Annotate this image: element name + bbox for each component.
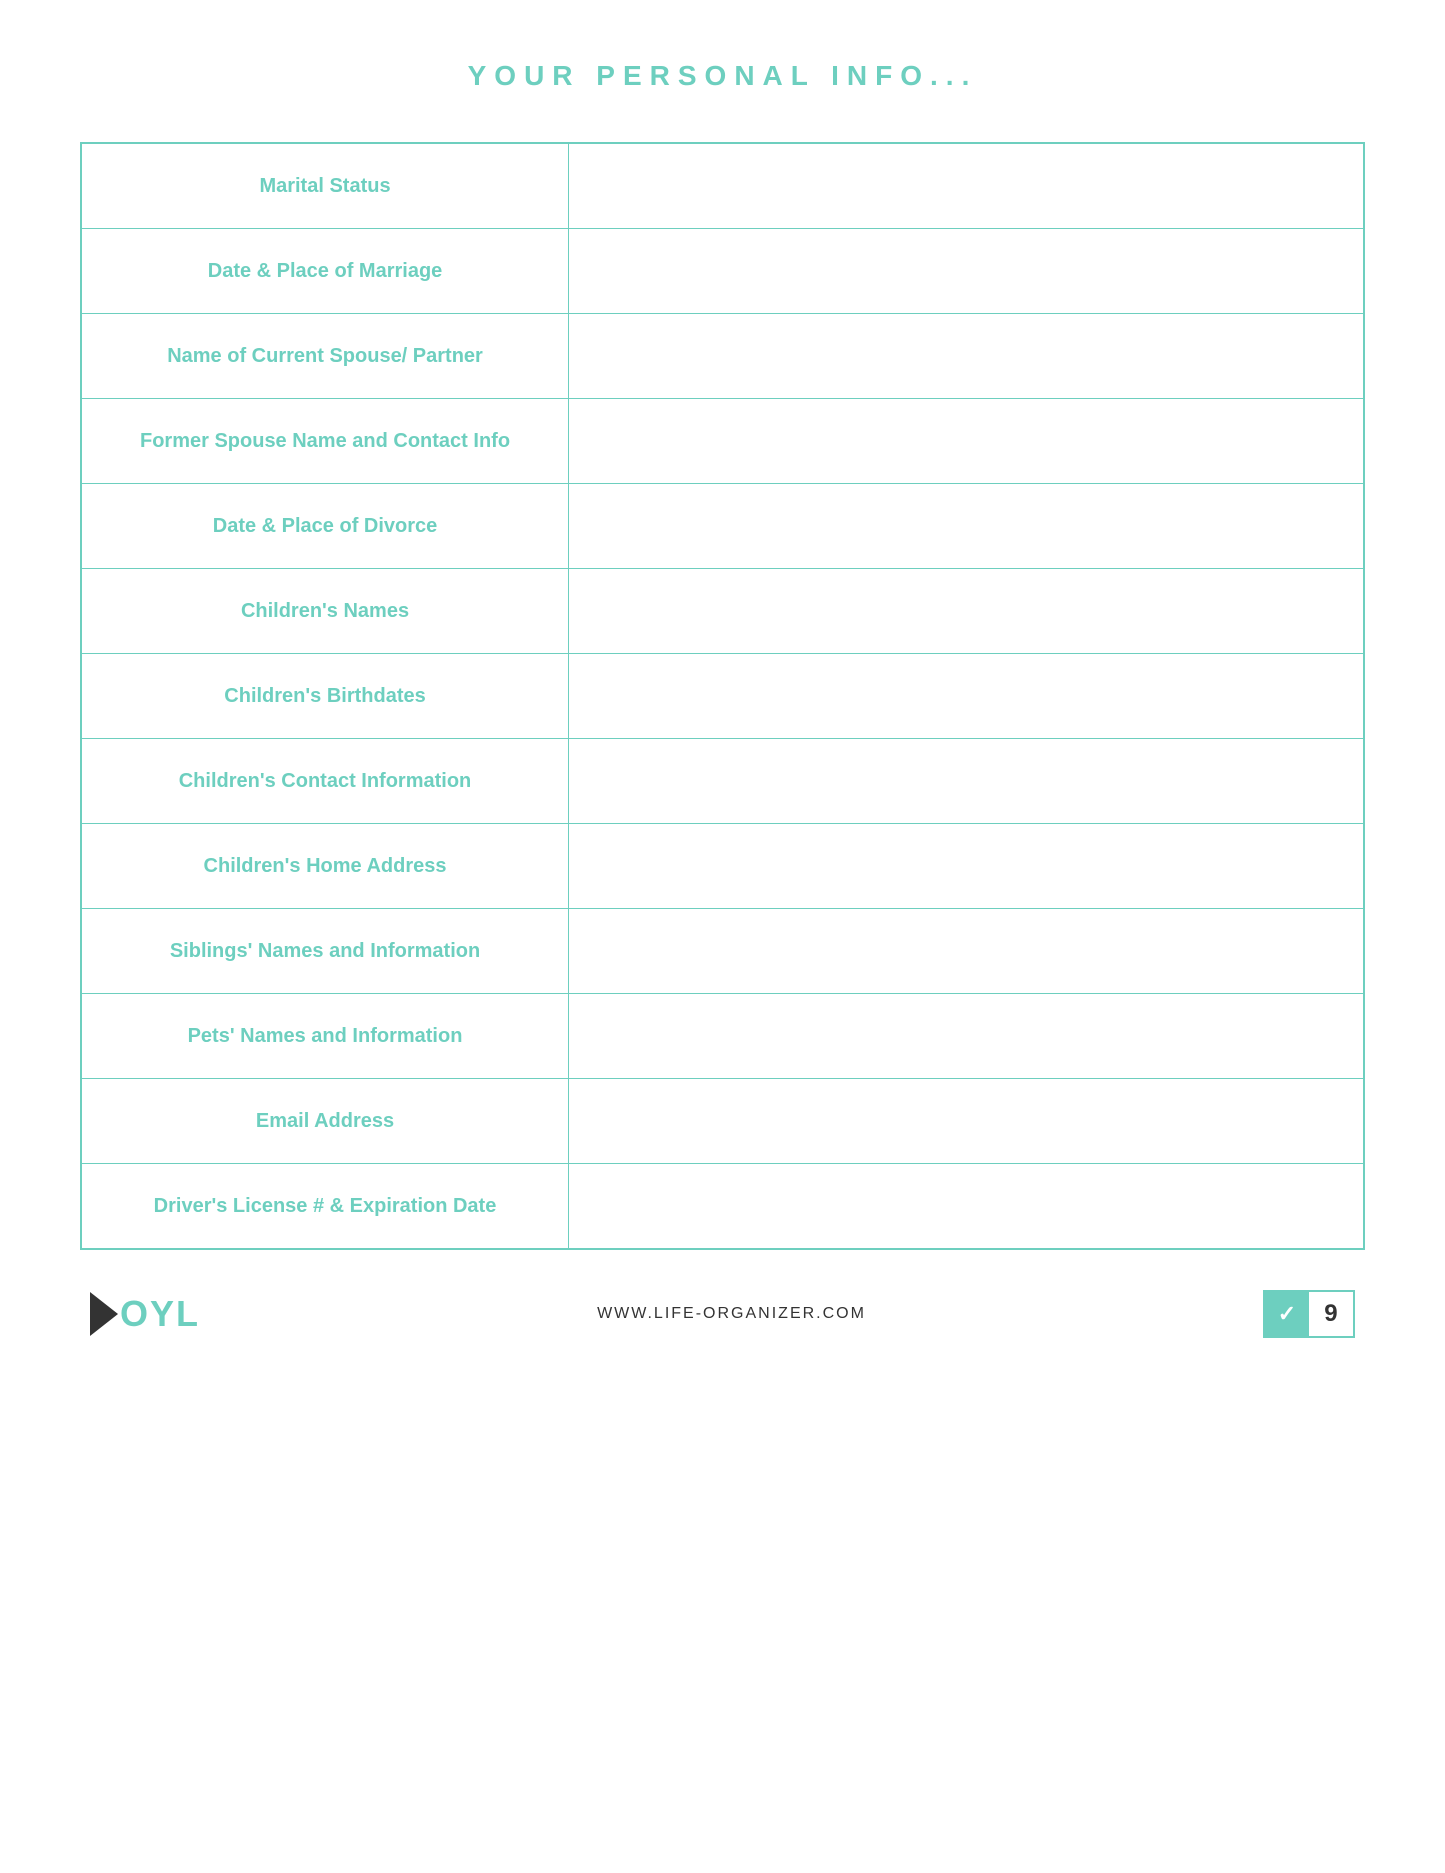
table-row: Date & Place of Marriage: [81, 229, 1364, 314]
row-value-cell: [569, 909, 1364, 994]
logo-arrow-icon: [90, 1292, 118, 1336]
row-value-cell: [569, 229, 1364, 314]
row-label: Children's Home Address: [204, 855, 447, 877]
table-row: Children's Birthdates: [81, 654, 1364, 739]
row-label-cell: Date & Place of Marriage: [81, 229, 569, 314]
row-label-cell: Children's Home Address: [81, 824, 569, 909]
table-row: Pets' Names and Information: [81, 994, 1364, 1079]
row-value-cell: [569, 739, 1364, 824]
row-label: Siblings' Names and Information: [170, 940, 480, 962]
row-value-cell: [569, 824, 1364, 909]
table-row: Email Address: [81, 1079, 1364, 1164]
row-label-cell: Marital Status: [81, 143, 569, 229]
table-row: Children's Names: [81, 569, 1364, 654]
footer: OYL WWW.LIFE-ORGANIZER.COM ✓ 9: [80, 1290, 1365, 1338]
table-row: Name of Current Spouse/ Partner: [81, 314, 1364, 399]
row-label: Date & Place of Marriage: [208, 260, 443, 282]
table-row: Children's Contact Information: [81, 739, 1364, 824]
table-row: Date & Place of Divorce: [81, 484, 1364, 569]
row-label-cell: Pets' Names and Information: [81, 994, 569, 1079]
row-value-cell: [569, 484, 1364, 569]
table-row: Former Spouse Name and Contact Info: [81, 399, 1364, 484]
row-label: Name of Current Spouse/ Partner: [167, 345, 483, 367]
row-label: Date & Place of Divorce: [213, 515, 438, 537]
row-label: Driver's License # & Expiration Date: [154, 1195, 497, 1217]
row-value-cell: [569, 994, 1364, 1079]
row-label-cell: Children's Contact Information: [81, 739, 569, 824]
row-value-cell: [569, 654, 1364, 739]
page-badge: ✓ 9: [1263, 1290, 1355, 1338]
row-label-cell: Former Spouse Name and Contact Info: [81, 399, 569, 484]
row-label: Former Spouse Name and Contact Info: [140, 430, 510, 452]
row-value-cell: [569, 143, 1364, 229]
page-number: 9: [1309, 1292, 1353, 1336]
footer-url: WWW.LIFE-ORGANIZER.COM: [597, 1305, 866, 1323]
row-label: Marital Status: [259, 175, 390, 197]
row-label-cell: Name of Current Spouse/ Partner: [81, 314, 569, 399]
row-label: Pets' Names and Information: [188, 1025, 463, 1047]
row-label-cell: Date & Place of Divorce: [81, 484, 569, 569]
row-label-cell: Children's Birthdates: [81, 654, 569, 739]
badge-check-icon: ✓: [1265, 1292, 1309, 1336]
row-value-cell: [569, 1164, 1364, 1250]
row-value-cell: [569, 399, 1364, 484]
row-label: Children's Contact Information: [179, 770, 472, 792]
table-row: Children's Home Address: [81, 824, 1364, 909]
logo-text: OYL: [120, 1293, 200, 1335]
table-row: Marital Status: [81, 143, 1364, 229]
page-title: YOUR PERSONAL INFO...: [80, 60, 1365, 92]
row-label-cell: Email Address: [81, 1079, 569, 1164]
row-label: Children's Names: [241, 600, 409, 622]
row-label-cell: Driver's License # & Expiration Date: [81, 1164, 569, 1250]
row-label-cell: Siblings' Names and Information: [81, 909, 569, 994]
logo: OYL: [90, 1292, 200, 1336]
table-row: Siblings' Names and Information: [81, 909, 1364, 994]
row-label: Children's Birthdates: [224, 685, 425, 707]
row-label-cell: Children's Names: [81, 569, 569, 654]
table-row: Driver's License # & Expiration Date: [81, 1164, 1364, 1250]
info-table: Marital Status Date & Place of Marriage Na…: [80, 142, 1365, 1250]
row-value-cell: [569, 1079, 1364, 1164]
row-value-cell: [569, 314, 1364, 399]
row-value-cell: [569, 569, 1364, 654]
row-label: Email Address: [256, 1110, 394, 1132]
page: YOUR PERSONAL INFO... Marital Status Date…: [0, 0, 1445, 1873]
